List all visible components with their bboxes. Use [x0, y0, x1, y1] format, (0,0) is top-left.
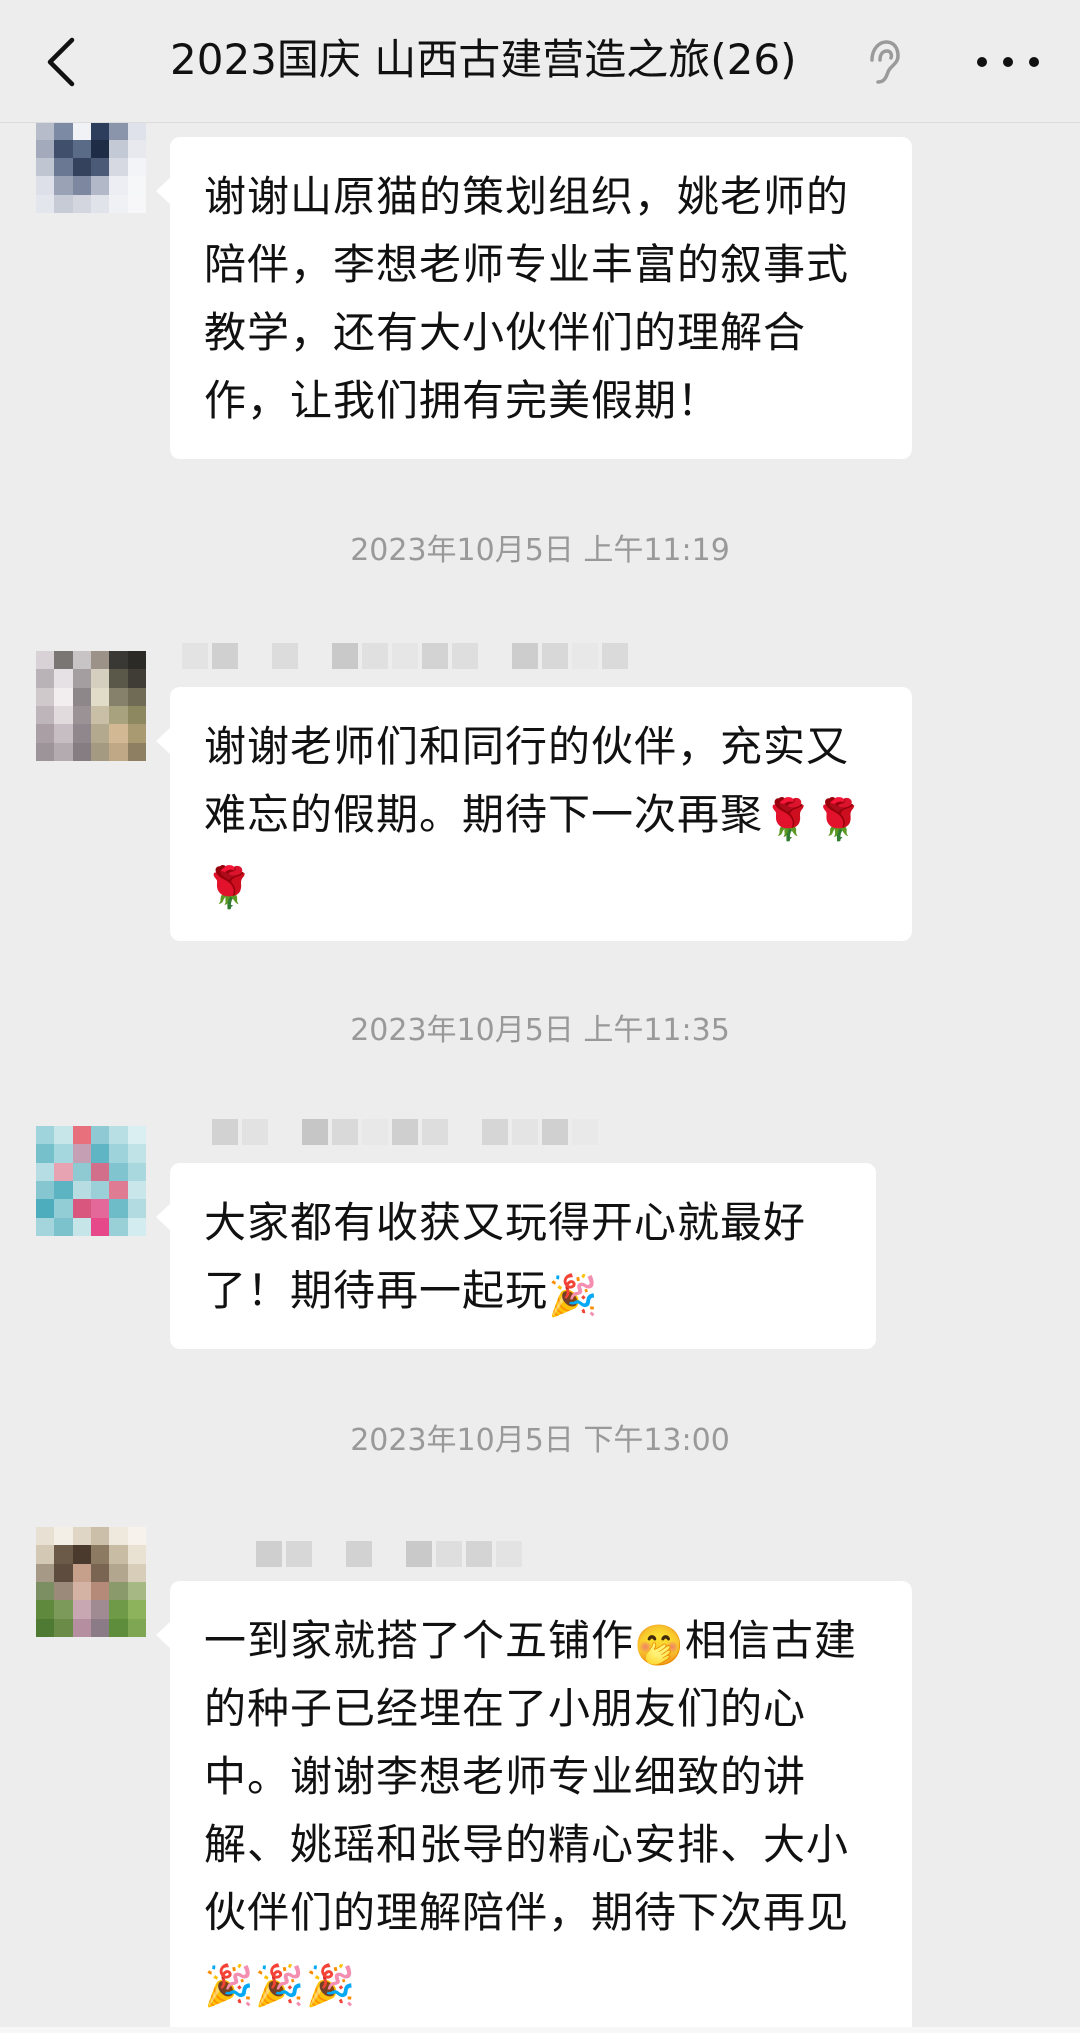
party-popper-icon: 🎉🎉🎉: [204, 1963, 357, 2009]
bottom-edge: [0, 2027, 1080, 2033]
message-list[interactable]: 谢谢山原猫的策划组织，姚老师的陪伴，李想老师专业丰富的叙事式教学，还有大小伙伴们…: [0, 123, 1080, 2033]
message-text: 大家都有收获又玩得开心就最好了！期待再一起玩: [204, 1198, 807, 1315]
message-bubble[interactable]: 大家都有收获又玩得开心就最好了！期待再一起玩🎉: [156, 1163, 876, 1349]
message-text: 谢谢山原猫的策划组织，姚老师的陪伴，李想老师专业丰富的叙事式教学，还有大小伙伴们…: [204, 172, 850, 425]
message-timestamp: 2023年10月5日 上午11:35: [350, 1013, 730, 1048]
message-bubble[interactable]: 谢谢山原猫的策划组织，姚老师的陪伴，李想老师专业丰富的叙事式教学，还有大小伙伴们…: [156, 137, 912, 459]
chat-title: 2023国庆 山西古建营造之旅(26): [170, 35, 797, 84]
avatar[interactable]: [36, 123, 146, 213]
more-dots-icon[interactable]: [972, 52, 1044, 72]
chat-header: 2023国庆 山西古建营造之旅(26): [0, 0, 1080, 123]
sender-name-blurred: [182, 643, 628, 671]
message-bubble[interactable]: 一到家就搭了个五铺作🤭相信古建的种子已经埋在了小朋友们的心中。谢谢李想老师专业细…: [156, 1581, 912, 2033]
avatar[interactable]: [36, 1126, 146, 1236]
hand-over-mouth-emoji-icon: 🤭: [634, 1623, 685, 1669]
ear-icon: [870, 40, 900, 84]
party-popper-icon: 🎉: [548, 1273, 599, 1319]
message-text: 一到家就搭了个五铺作: [204, 1616, 635, 1665]
sender-name-blurred: [182, 1119, 598, 1147]
sender-name-blurred: [256, 1541, 522, 1569]
message-timestamp: 2023年10月5日 上午11:19: [350, 533, 730, 568]
avatar[interactable]: [36, 651, 146, 761]
message-timestamp: 2023年10月5日 下午13:00: [350, 1423, 730, 1458]
chevron-left-icon[interactable]: [38, 32, 88, 92]
avatar[interactable]: [36, 1527, 146, 1637]
message-text: 谢谢老师们和同行的伙伴，充实又难忘的假期。期待下一次再聚: [204, 722, 850, 839]
message-bubble[interactable]: 谢谢老师们和同行的伙伴，充实又难忘的假期。期待下一次再聚🌹🌹🌹: [156, 687, 912, 941]
